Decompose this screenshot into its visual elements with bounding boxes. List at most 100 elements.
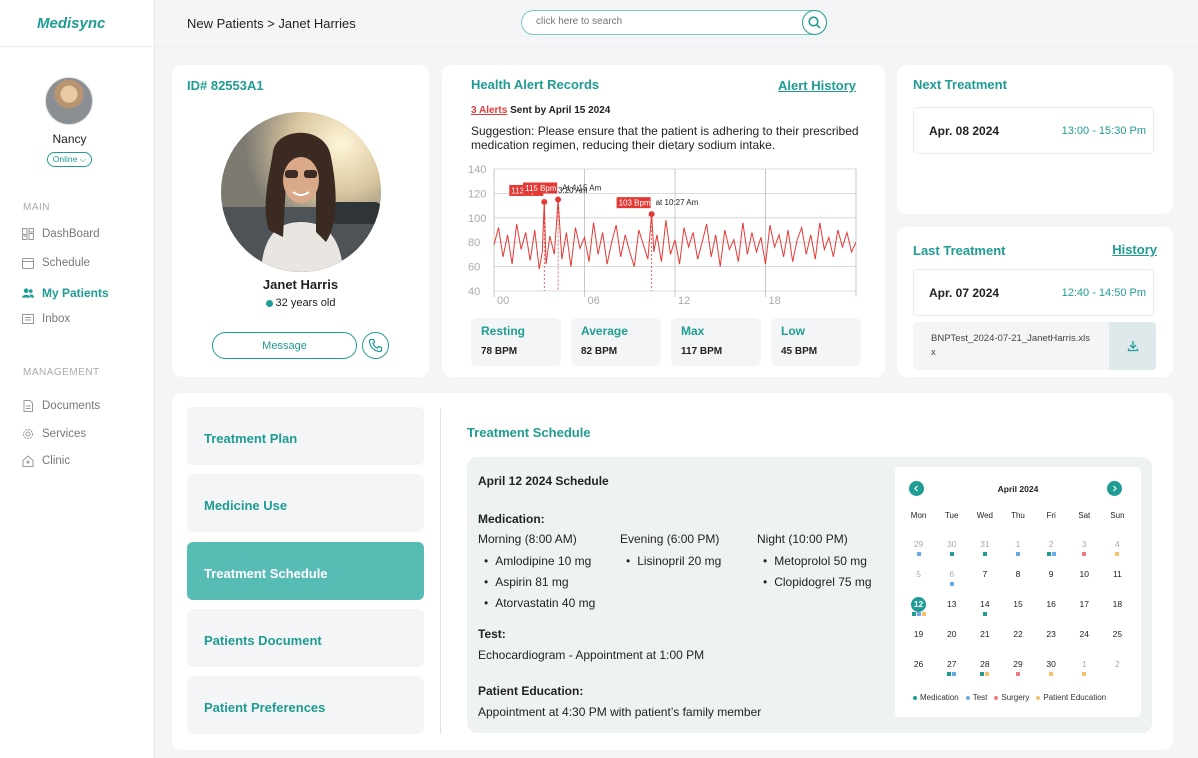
event-markers (1068, 672, 1101, 676)
status-dropdown[interactable]: Online ⌵ (47, 152, 92, 167)
night-medications: Night (10:00 PM) Metoprolol 50 mg Clopid… (757, 532, 872, 596)
tab-treatment-plan[interactable]: Treatment Plan (187, 407, 424, 465)
calendar-day[interactable]: 17 (1068, 597, 1101, 627)
sidebar-item-my-patients[interactable]: My Patients (22, 286, 109, 300)
day-number: 7 (982, 569, 988, 579)
legend-swatch (1036, 695, 1041, 700)
calendar-day[interactable]: 30 (935, 537, 968, 567)
calendar-day[interactable]: 18 (1101, 597, 1134, 627)
education-label: Patient Education: (478, 684, 584, 698)
sidebar-item-label: DashBoard (42, 228, 100, 240)
day-number: 9 (1048, 569, 1054, 579)
calendar-day[interactable]: 24 (1068, 627, 1101, 657)
calendar-day[interactable]: 20 (935, 627, 968, 657)
list-item: Amlodipine 10 mg (484, 554, 595, 568)
legend-label: Medication (920, 693, 959, 702)
calendar-day[interactable]: 6 (935, 567, 968, 597)
calendar-day[interactable]: 8 (1001, 567, 1034, 597)
calendar-day[interactable]: 11 (1101, 567, 1134, 597)
calendar-day[interactable]: 3 (1068, 537, 1101, 567)
tab-patients-document[interactable]: Patients Document (187, 609, 424, 667)
calendar-day[interactable]: 7 (968, 567, 1001, 597)
avatar[interactable] (45, 77, 93, 125)
slot-date: Apr. 08 2024 (929, 124, 1000, 138)
day-number: 14 (980, 599, 990, 609)
calendar-day[interactable]: 14 (968, 597, 1001, 627)
event-markers (968, 552, 1001, 556)
sidebar-item-schedule[interactable]: Schedule (22, 257, 90, 269)
day-number: 1 (1081, 659, 1087, 669)
dashboard-icon (22, 228, 34, 240)
day-number: 21 (980, 629, 990, 639)
calendar-next-button[interactable] (1107, 481, 1122, 496)
calendar-day[interactable]: 2 (1101, 657, 1134, 687)
calendar-day[interactable]: 1 (1068, 657, 1101, 687)
treatment-slot[interactable]: Apr. 07 2024 12:40 - 14:50 Pm (913, 269, 1154, 316)
document-icon (22, 400, 34, 412)
event-markers (1035, 672, 1068, 676)
y-tick-label: 100 (468, 213, 486, 225)
event-markers (902, 582, 935, 586)
calendar-day[interactable]: 15 (1001, 597, 1034, 627)
message-button[interactable]: Message (212, 332, 357, 359)
list-item: Atorvastatin 40 mg (484, 596, 595, 610)
calendar-day[interactable]: 29 (1001, 657, 1034, 687)
calendar-day[interactable]: 10 (1068, 567, 1101, 597)
day-number: 13 (946, 599, 957, 609)
calendar-day[interactable]: 28 (968, 657, 1001, 687)
calendar-day[interactable]: 16 (1035, 597, 1068, 627)
alert-history-link[interactable]: Alert History (778, 78, 856, 93)
calendar-day[interactable]: 1 (1001, 537, 1034, 567)
calendar-day[interactable]: 22 (1001, 627, 1034, 657)
calendar-day[interactable]: 2 (1035, 537, 1068, 567)
app-logo[interactable]: Medisync (37, 15, 105, 32)
calendar-day[interactable]: 19 (902, 627, 935, 657)
call-button[interactable] (362, 332, 389, 359)
calendar-day[interactable]: 5 (902, 567, 935, 597)
calendar-day[interactable]: 12 (902, 597, 935, 627)
divider (0, 46, 155, 47)
download-button[interactable] (1109, 322, 1156, 370)
calendar-day[interactable]: 26 (902, 657, 935, 687)
day-number: 18 (1112, 599, 1123, 609)
day-number: 29 (1013, 659, 1023, 669)
sidebar-item-inbox[interactable]: Inbox (22, 313, 70, 325)
calendar-day[interactable]: 29 (902, 537, 935, 567)
calendar-day[interactable]: 30 (1035, 657, 1068, 687)
day-number: 24 (1079, 629, 1089, 639)
day-number: 12 (911, 597, 927, 612)
calendar-day[interactable]: 31 (968, 537, 1001, 567)
sidebar-item-services[interactable]: Services (22, 428, 86, 440)
test-marker (916, 552, 921, 556)
sidebar-item-clinic[interactable]: Clinic (22, 455, 70, 467)
calendar-day[interactable]: 27 (935, 657, 968, 687)
calendar-day[interactable]: 23 (1035, 627, 1068, 657)
download-icon (1127, 341, 1138, 352)
calendar-day[interactable]: 4 (1101, 537, 1134, 567)
gear-icon (22, 428, 34, 440)
stat-average: Average 82 BPM (571, 318, 661, 366)
alert-count-link[interactable]: 3 Alerts (471, 105, 507, 116)
calendar-day[interactable]: 25 (1101, 627, 1134, 657)
calendar-day[interactable]: 9 (1035, 567, 1068, 597)
divider (155, 46, 1198, 47)
search-button[interactable] (802, 10, 827, 35)
event-markers (968, 642, 1001, 646)
day-number: 23 (1046, 629, 1056, 639)
sidebar-item-dashboard[interactable]: DashBoard (22, 228, 100, 240)
tab-patient-preferences[interactable]: Patient Preferences (187, 676, 424, 734)
calendar-day[interactable]: 13 (935, 597, 968, 627)
day-number: 28 (980, 659, 990, 669)
file-attachment: BNPTest_2024-07-21_JanetHarris.xlsx (913, 322, 1156, 370)
calendar: April 2024 Mon Tue Wed Thu Fri Sat Sun 29 30 31 1 2… (895, 467, 1141, 717)
history-link[interactable]: History (1112, 242, 1157, 257)
day-number: 27 (946, 659, 957, 669)
sidebar-item-documents[interactable]: Documents (22, 400, 100, 412)
evening-label: Evening (6:00 PM) (620, 532, 720, 546)
tab-medicine-use[interactable]: Medicine Use (187, 474, 424, 532)
search-input[interactable] (536, 16, 786, 27)
day-number: 15 (1013, 599, 1023, 609)
treatment-slot[interactable]: Apr. 08 2024 13:00 - 15:30 Pm (913, 107, 1154, 154)
calendar-day[interactable]: 21 (968, 627, 1001, 657)
tab-treatment-schedule[interactable]: Treatment Schedule (187, 542, 424, 600)
